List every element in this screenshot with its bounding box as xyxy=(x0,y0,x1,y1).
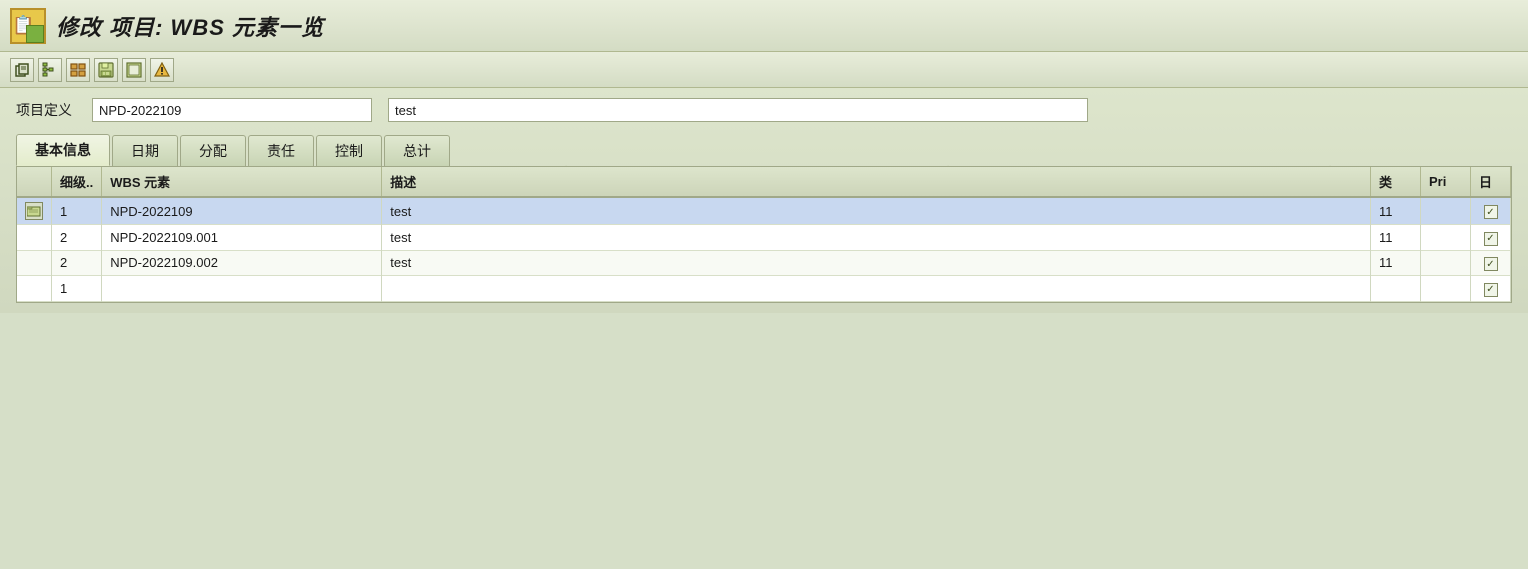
expand-button[interactable] xyxy=(66,58,90,82)
row-desc: test xyxy=(382,225,1371,251)
row-pri xyxy=(1421,276,1471,302)
col-header-ri: 日 xyxy=(1471,167,1511,197)
row-checkbox-cell: ✓ xyxy=(1471,276,1511,302)
page-title: 修改 项目: WBS 元素一览 xyxy=(56,10,324,42)
row-checkbox[interactable]: ✓ xyxy=(1484,257,1498,271)
tab-basic[interactable]: 基本信息 xyxy=(16,134,110,166)
row-icon-cell xyxy=(17,197,52,225)
row-level: 2 xyxy=(52,250,102,276)
tab-alloc[interactable]: 分配 xyxy=(180,135,246,166)
project-id-input[interactable] xyxy=(92,98,372,122)
row-level: 1 xyxy=(52,197,102,225)
row-folder-icon xyxy=(25,202,43,220)
tab-ctrl[interactable]: 控制 xyxy=(316,135,382,166)
col-header-icon xyxy=(17,167,52,197)
form-row: 项目定义 xyxy=(16,98,1512,122)
row-checkbox-cell: ✓ xyxy=(1471,250,1511,276)
row-level: 1 xyxy=(52,276,102,302)
col-header-level: 细级.. xyxy=(52,167,102,197)
wbs-table: 细级.. WBS 元素 描述 类 Pri 日 1NPD-2022109test1… xyxy=(17,167,1511,302)
row-pri xyxy=(1421,250,1471,276)
tab-total[interactable]: 总计 xyxy=(384,135,450,166)
row-wbs: NPD-2022109 xyxy=(102,197,382,225)
row-pri xyxy=(1421,225,1471,251)
row-lei: 11 xyxy=(1371,250,1421,276)
table-header-row: 细级.. WBS 元素 描述 类 Pri 日 xyxy=(17,167,1511,197)
hierarchy-button[interactable] xyxy=(38,58,62,82)
row-checkbox-cell: ✓ xyxy=(1471,197,1511,225)
col-header-lei: 类 xyxy=(1371,167,1421,197)
col-header-wbs: WBS 元素 xyxy=(102,167,382,197)
header-icon-box: 📋 xyxy=(10,8,46,44)
project-label: 项目定义 xyxy=(16,100,76,120)
row-checkbox[interactable]: ✓ xyxy=(1484,283,1498,297)
sap-icon-sub xyxy=(26,25,44,43)
save-button[interactable] xyxy=(94,58,118,82)
sap-icon: 📋 xyxy=(10,8,46,44)
project-name-input[interactable] xyxy=(388,98,1088,122)
row-icon-cell xyxy=(17,225,52,251)
row-lei xyxy=(1371,276,1421,302)
warning-button[interactable] xyxy=(150,58,174,82)
header-bar: 📋 修改 项目: WBS 元素一览 xyxy=(0,0,1528,52)
row-level: 2 xyxy=(52,225,102,251)
row-checkbox-cell: ✓ xyxy=(1471,225,1511,251)
row-pri xyxy=(1421,197,1471,225)
table-row[interactable]: 2NPD-2022109.001test11 ✓ xyxy=(17,225,1511,251)
row-icon-cell xyxy=(17,276,52,302)
content-area: 鼠 鼠 鼠 鼠 项目定义 基本信息 日期 分配 责任 控制 总计 细级.. WB… xyxy=(0,88,1528,313)
tabs-container: 基本信息 日期 分配 责任 控制 总计 xyxy=(16,134,1512,166)
col-header-desc: 描述 xyxy=(382,167,1371,197)
table-row[interactable]: 1NPD-2022109test11 ✓ xyxy=(17,197,1511,225)
row-lei: 11 xyxy=(1371,225,1421,251)
table-row[interactable]: 2NPD-2022109.002test11 ✓ xyxy=(17,250,1511,276)
row-wbs: NPD-2022109.001 xyxy=(102,225,382,251)
row-desc: test xyxy=(382,250,1371,276)
row-wbs xyxy=(102,276,382,302)
row-desc xyxy=(382,276,1371,302)
col-header-pri: Pri xyxy=(1421,167,1471,197)
tab-resp[interactable]: 责任 xyxy=(248,135,314,166)
row-lei: 11 xyxy=(1371,197,1421,225)
row-checkbox[interactable]: ✓ xyxy=(1484,205,1498,219)
cancel-button[interactable] xyxy=(122,58,146,82)
table-wrapper: 细级.. WBS 元素 描述 类 Pri 日 1NPD-2022109test1… xyxy=(16,166,1512,303)
tab-date[interactable]: 日期 xyxy=(112,135,178,166)
row-checkbox[interactable]: ✓ xyxy=(1484,232,1498,246)
row-desc: test xyxy=(382,197,1371,225)
copy-button[interactable] xyxy=(10,58,34,82)
row-wbs: NPD-2022109.002 xyxy=(102,250,382,276)
toolbar xyxy=(0,52,1528,88)
table-row[interactable]: 1✓ xyxy=(17,276,1511,302)
row-icon-cell xyxy=(17,250,52,276)
